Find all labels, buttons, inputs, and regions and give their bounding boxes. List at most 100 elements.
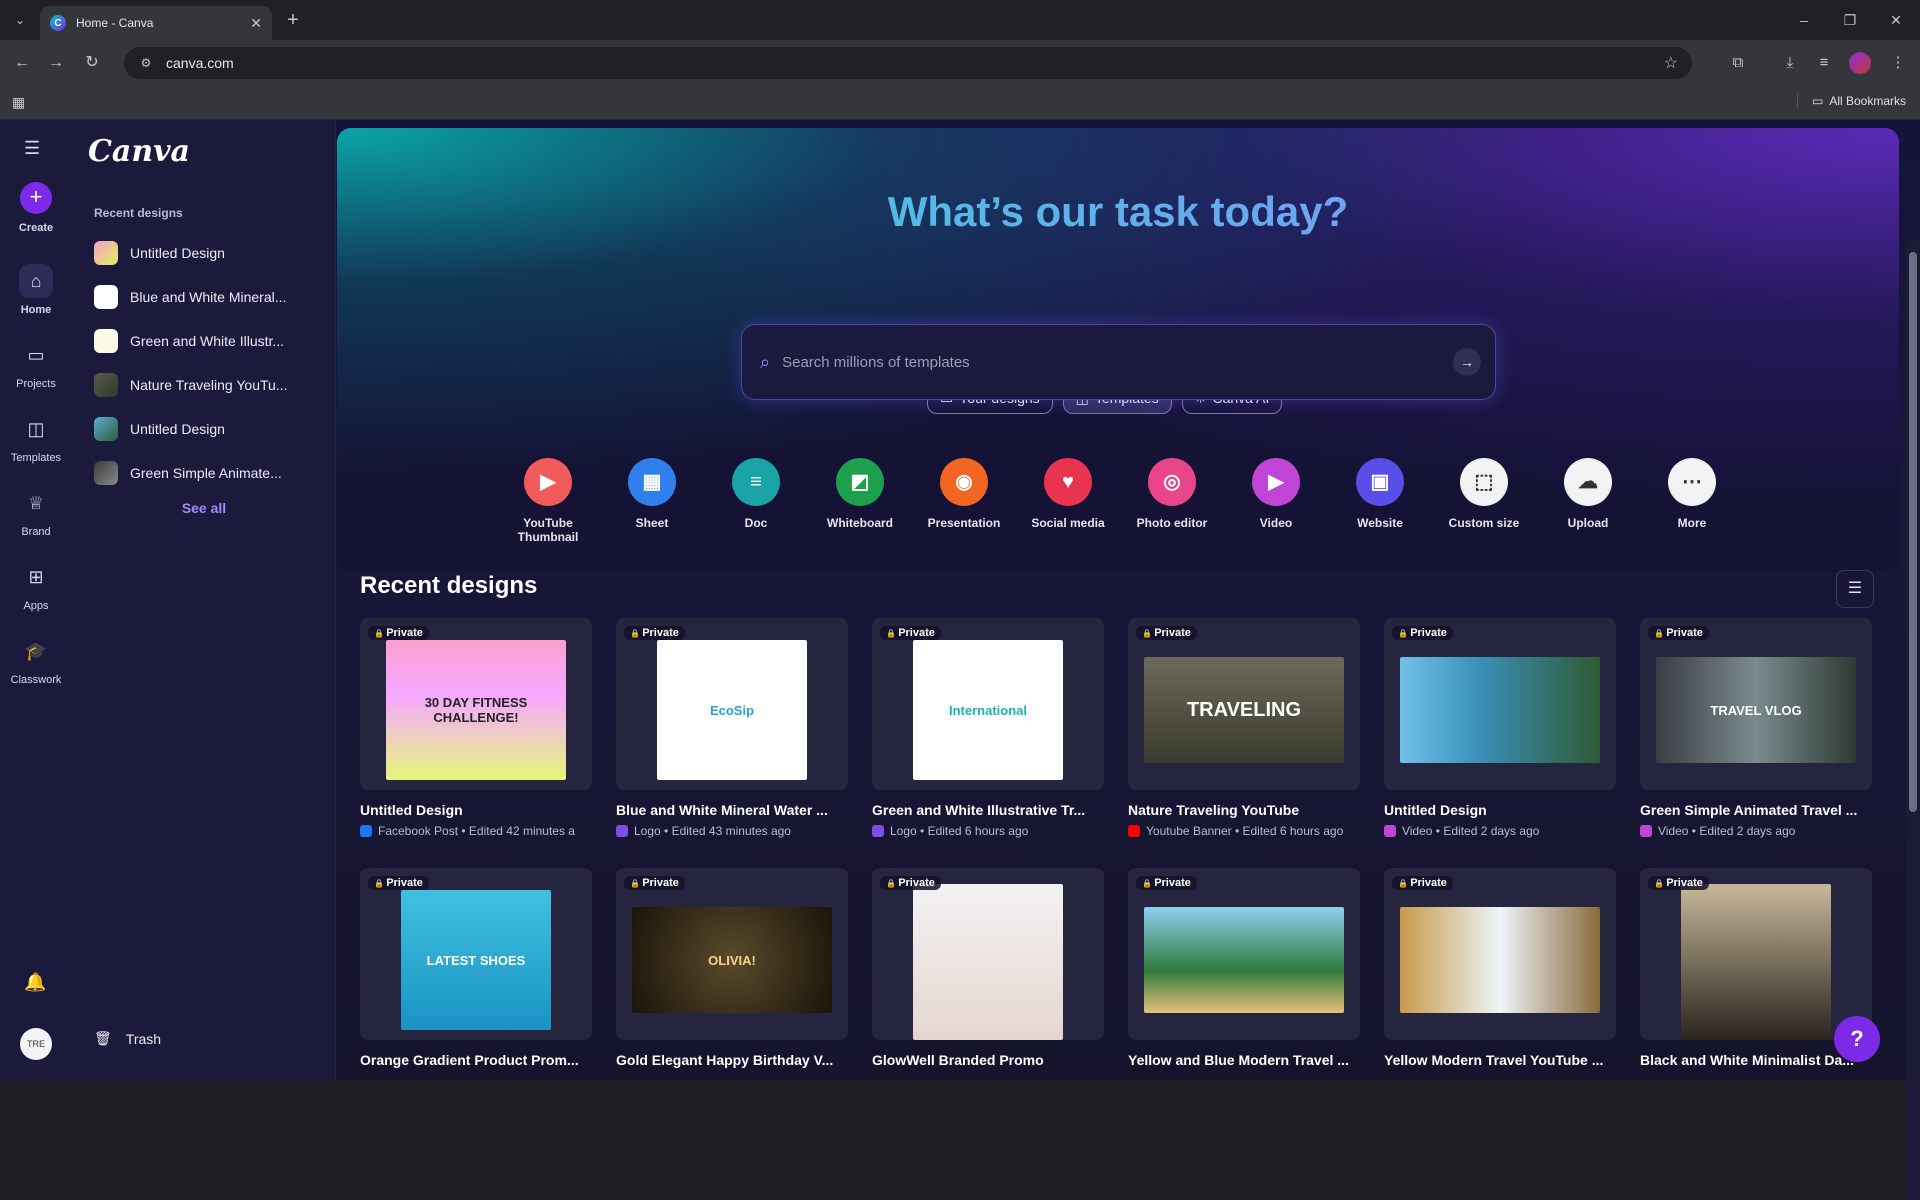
rail-create[interactable]: + Create — [0, 182, 72, 234]
quick-create-item[interactable]: ▣ Website — [1328, 458, 1432, 544]
design-card[interactable]: OLIVIA! 🔒 Private Gold Elegant Happy Birth… — [616, 868, 848, 1068]
design-preview[interactable]: TRAVELING 🔒 Private — [1128, 618, 1360, 790]
design-card[interactable]: International 🔒 Private Green and White Il… — [872, 618, 1104, 838]
profile-avatar[interactable] — [1849, 52, 1871, 74]
design-preview[interactable]: LATEST SHOES 🔒 Private — [360, 868, 592, 1040]
rail-templates[interactable]: ◫ Templates — [0, 412, 72, 464]
reload-icon[interactable]: ↻ — [80, 51, 104, 75]
sidebar-item[interactable]: Untitled Design — [94, 238, 324, 268]
design-card[interactable]: TRAVEL VLOG 🔒 Private Green Simple Animate… — [1640, 618, 1872, 838]
design-preview[interactable]: EcoSip 🔒 Private — [616, 618, 848, 790]
design-card[interactable]: 🔒 Private GlowWell Branded Promo — [872, 868, 1104, 1068]
trash-button[interactable]: 🗑 Trash — [94, 1030, 161, 1047]
design-title[interactable]: Untitled Design — [1384, 802, 1616, 818]
forward-icon[interactable]: → — [44, 51, 68, 75]
design-card[interactable]: 🔒 Private Yellow and Blue Modern Travel .… — [1128, 868, 1360, 1068]
sidebar-item[interactable]: Untitled Design — [94, 414, 324, 444]
quick-create-item[interactable]: ▶ Video — [1224, 458, 1328, 544]
browser-menu-icon[interactable]: ⋮ — [1886, 51, 1910, 75]
canva-logo[interactable]: Canva — [88, 134, 190, 169]
design-title[interactable]: GlowWell Branded Promo — [872, 1052, 1104, 1068]
rail-home[interactable]: ⌂ Home — [0, 264, 72, 316]
design-title[interactable]: Black and White Minimalist Da... — [1640, 1052, 1872, 1068]
rail-brand[interactable]: ♕ Brand — [0, 486, 72, 538]
list-view-toggle-icon[interactable]: ☰ — [1836, 570, 1874, 608]
close-tab-icon[interactable]: ✕ — [250, 15, 262, 32]
see-all-link[interactable]: See all — [72, 500, 336, 516]
design-preview[interactable]: 🔒 Private — [1384, 868, 1616, 1040]
design-preview[interactable]: 🔒 Private — [1384, 618, 1616, 790]
design-title[interactable]: Yellow and Blue Modern Travel ... — [1128, 1052, 1360, 1068]
restore-icon[interactable]: ❐ — [1830, 8, 1870, 32]
quick-create-item[interactable]: ◩ Whiteboard — [808, 458, 912, 544]
quick-create-row: ▶ YouTube Thumbnail ▦ Sheet ≡ Doc ◩ Whiteboard ◉… — [496, 458, 1744, 544]
design-title[interactable]: Gold Elegant Happy Birthday V... — [616, 1052, 848, 1068]
thumbnail-text: EcoSip — [709, 702, 755, 718]
design-title[interactable]: Nature Traveling YouTube — [1128, 802, 1360, 818]
bookmark-star-icon[interactable]: ☆ — [1664, 53, 1678, 73]
address-bar[interactable]: ⚙ canva.com ☆ — [124, 47, 1692, 79]
design-title[interactable]: Untitled Design — [360, 802, 592, 818]
collapse-sidebar-icon[interactable]: ☰ — [24, 138, 40, 159]
design-preview[interactable]: 🔒 Private — [872, 868, 1104, 1040]
design-type-icon — [616, 825, 628, 837]
download-icon[interactable]: ⤓ — [1778, 51, 1802, 75]
design-preview[interactable]: 🔒 Private — [1640, 868, 1872, 1040]
quick-create-item[interactable]: ♥ Social media — [1016, 458, 1120, 544]
design-title[interactable]: Orange Gradient Product Prom... — [360, 1052, 592, 1068]
rail-apps[interactable]: ⊞ Apps — [0, 560, 72, 612]
design-preview[interactable]: International 🔒 Private — [872, 618, 1104, 790]
sidebar-item[interactable]: Nature Traveling YouTu... — [94, 370, 324, 400]
design-preview[interactable]: TRAVEL VLOG 🔒 Private — [1640, 618, 1872, 790]
help-button[interactable]: ? — [1834, 1016, 1880, 1062]
design-title[interactable]: Green Simple Animated Travel ... — [1640, 802, 1872, 818]
design-title[interactable]: Yellow Modern Travel YouTube ... — [1384, 1052, 1616, 1068]
back-icon[interactable]: ← — [10, 51, 34, 75]
site-info-icon[interactable]: ⚙ — [138, 55, 154, 71]
design-preview[interactable]: 30 DAY FITNESS CHALLENGE! 🔒 Private — [360, 618, 592, 790]
window-close-icon[interactable]: ✕ — [1876, 8, 1916, 32]
rail-projects[interactable]: ▭ Projects — [0, 338, 72, 390]
design-card[interactable]: EcoSip 🔒 Private Blue and White Mineral Wa… — [616, 618, 848, 838]
tab-list-chevron-icon[interactable]: ⌄ — [8, 8, 32, 32]
design-title[interactable]: Green and White Illustrative Tr... — [872, 802, 1104, 818]
scrollbar[interactable] — [1906, 240, 1920, 1200]
design-card[interactable]: TRAVELING 🔒 Private Nature Traveling YouTu… — [1128, 618, 1360, 838]
search-submit-arrow-icon[interactable]: → — [1453, 348, 1481, 376]
design-title[interactable]: Blue and White Mineral Water ... — [616, 802, 848, 818]
rail-classwork[interactable]: 🎓 Classwork — [0, 634, 72, 686]
bell-icon[interactable]: 🔔 — [24, 972, 46, 993]
quick-create-item[interactable]: ⬚ Custom size — [1432, 458, 1536, 544]
extensions-icon[interactable]: ⧉ — [1726, 51, 1750, 75]
sheet-icon: ▦ — [628, 458, 676, 506]
all-bookmarks-button[interactable]: ▭ All Bookmarks — [1796, 94, 1906, 108]
private-label: Private — [1410, 627, 1447, 639]
design-card[interactable]: 🔒 Private Untitled Design Video • Edited 2… — [1384, 618, 1616, 838]
sidebar-item[interactable]: Blue and White Mineral... — [94, 282, 324, 312]
quick-create-item[interactable]: ◉ Presentation — [912, 458, 1016, 544]
design-card[interactable]: 30 DAY FITNESS CHALLENGE! 🔒 Private Untitl… — [360, 618, 592, 838]
minimize-icon[interactable]: – — [1784, 8, 1824, 32]
quick-create-item[interactable]: ◎ Photo editor — [1120, 458, 1224, 544]
new-tab-icon[interactable]: + — [282, 10, 304, 32]
quick-create-item[interactable]: ☁ Upload — [1536, 458, 1640, 544]
quick-create-item[interactable]: ▶ YouTube Thumbnail — [496, 458, 600, 544]
quick-create-item[interactable]: ▦ Sheet — [600, 458, 704, 544]
search-input[interactable] — [782, 353, 1453, 371]
design-card[interactable]: 🔒 Private Yellow Modern Travel YouTube ..… — [1384, 868, 1616, 1068]
quick-create-item[interactable]: ≡ Doc — [704, 458, 808, 544]
media-control-icon[interactable]: ≡ — [1812, 51, 1836, 75]
thumbnail-text: OLIVIA! — [708, 952, 756, 968]
sidebar-item[interactable]: Green and White Illustr... — [94, 326, 324, 356]
user-avatar[interactable]: TRE — [20, 1028, 52, 1060]
design-card[interactable]: LATEST SHOES 🔒 Private Orange Gradient Pro… — [360, 868, 592, 1068]
browser-tab[interactable]: C Home - Canva ✕ — [40, 6, 272, 40]
scrollbar-thumb[interactable] — [1909, 252, 1917, 812]
quick-create-item[interactable]: ⋯ More — [1640, 458, 1744, 544]
apps-grid-icon[interactable]: ▦ — [12, 94, 30, 112]
sidebar-item[interactable]: Green Simple Animate... — [94, 458, 324, 488]
template-search-box: ⌕ → — [741, 324, 1496, 400]
design-preview[interactable]: 🔒 Private — [1128, 868, 1360, 1040]
lock-icon: 🔒 — [1398, 879, 1411, 888]
design-preview[interactable]: OLIVIA! 🔒 Private — [616, 868, 848, 1040]
